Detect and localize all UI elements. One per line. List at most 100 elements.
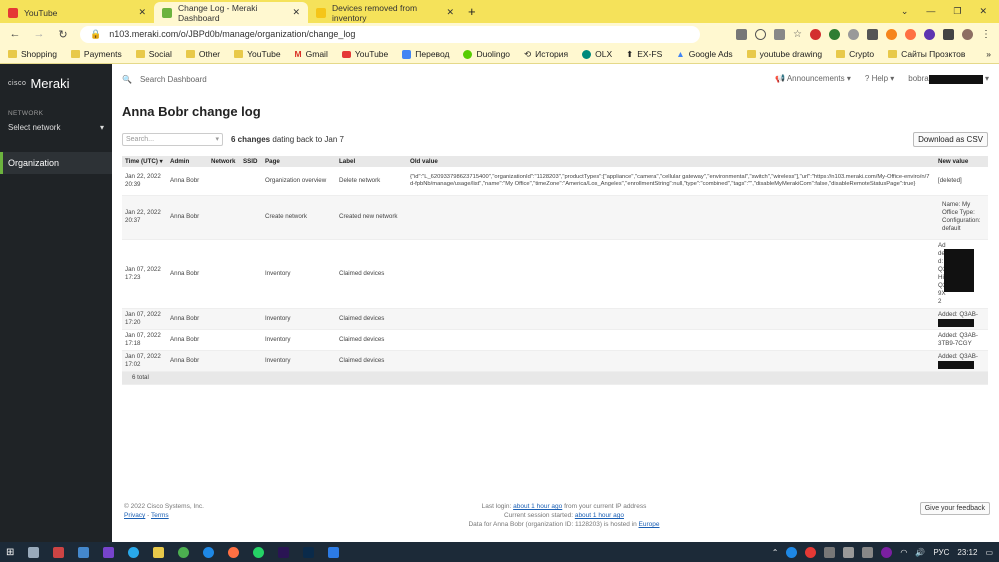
- firefox-icon[interactable]: [228, 546, 240, 558]
- tray-icon[interactable]: [881, 546, 893, 558]
- arrow-up-icon: ⬆: [626, 48, 634, 59]
- announcements-menu[interactable]: 📢 Announcements ▾: [775, 74, 851, 83]
- column-header[interactable]: Time (UTC) ▾: [122, 156, 167, 167]
- bookmark[interactable]: YouTube: [234, 49, 281, 59]
- search-input[interactable]: Search... ▾: [122, 132, 223, 146]
- column-header[interactable]: Old value: [407, 156, 935, 167]
- globe-icon[interactable]: [848, 28, 859, 40]
- bookmark[interactable]: Payments: [70, 49, 122, 59]
- maximize-icon[interactable]: ❐: [953, 6, 961, 17]
- session-link[interactable]: about 1 hour ago: [575, 512, 624, 519]
- whatsapp-icon[interactable]: [253, 546, 265, 558]
- europe-link[interactable]: Europe: [639, 521, 660, 528]
- search-icon[interactable]: [755, 28, 767, 40]
- bookmark[interactable]: Social: [135, 49, 172, 59]
- bookmark[interactable]: Other: [185, 49, 220, 59]
- dashboard-search-input[interactable]: Search Dashboard: [140, 75, 207, 84]
- bookmark[interactable]: ⟲ История: [524, 49, 568, 60]
- tray-icon[interactable]: [843, 546, 855, 558]
- bookmark[interactable]: ⬆ EX-FS: [626, 49, 662, 60]
- last-login-link[interactable]: about 1 hour ago: [513, 503, 562, 510]
- notification-icon[interactable]: ▭: [985, 548, 993, 557]
- reload-icon[interactable]: ↻: [56, 28, 70, 41]
- clock[interactable]: 23:12: [957, 548, 977, 557]
- more-bookmarks-icon[interactable]: »: [986, 49, 991, 59]
- column-header[interactable]: Admin: [167, 156, 208, 167]
- meraki-logo[interactable]: cisco Meraki: [0, 64, 112, 102]
- close-window-icon[interactable]: ✕: [979, 6, 987, 17]
- bookmark[interactable]: OLX: [582, 49, 612, 59]
- column-header[interactable]: Page: [262, 156, 336, 167]
- mail-icon[interactable]: [867, 28, 878, 40]
- chevron-down-icon[interactable]: ⌄: [901, 6, 909, 17]
- chrome-icon[interactable]: [178, 546, 190, 558]
- help-menu[interactable]: ? Help ▾: [865, 74, 894, 83]
- close-icon[interactable]: ✕: [292, 7, 300, 18]
- cell-page: Inventory: [262, 350, 336, 372]
- terms-link[interactable]: Terms: [151, 512, 169, 519]
- bookmark[interactable]: youtube drawing: [746, 49, 822, 59]
- bookmark[interactable]: Перевод: [402, 49, 449, 59]
- cell-new-value: Added: Q3AB-: [935, 350, 988, 372]
- column-header[interactable]: Label: [336, 156, 407, 167]
- language-indicator[interactable]: РУС: [933, 548, 949, 557]
- avatar[interactable]: [962, 28, 973, 40]
- tray-icon[interactable]: [824, 546, 836, 558]
- puzzle-icon[interactable]: [943, 28, 954, 40]
- column-header[interactable]: Network: [208, 156, 240, 167]
- column-header[interactable]: SSID: [240, 156, 262, 167]
- bookmark[interactable]: Shopping: [8, 49, 57, 59]
- photoshop-icon[interactable]: [303, 546, 315, 558]
- new-tab-icon[interactable]: +: [462, 4, 482, 19]
- back-icon[interactable]: ←: [8, 28, 22, 40]
- share-icon[interactable]: [774, 28, 786, 40]
- tray-icon[interactable]: [862, 546, 874, 558]
- select-network-dropdown[interactable]: Select network ▾: [0, 119, 112, 136]
- tab-devices-removed[interactable]: Devices removed from inventory ✕: [308, 2, 462, 23]
- tray-icon[interactable]: [786, 546, 798, 558]
- sidebar: cisco Meraki NETWORK Select network ▾ Or…: [0, 64, 112, 542]
- bookmark[interactable]: Сайты Прозктов: [888, 49, 965, 59]
- feedback-button[interactable]: Give your feedback: [919, 502, 990, 515]
- extension-green-icon[interactable]: [829, 28, 840, 40]
- menu-icon[interactable]: ⋮: [981, 29, 991, 40]
- sparkle-icon[interactable]: [905, 28, 916, 40]
- bookmark[interactable]: M Gmail: [295, 49, 328, 59]
- windows-start-icon[interactable]: ⊞: [6, 547, 14, 558]
- privacy-link[interactable]: Privacy: [124, 512, 145, 519]
- url-field[interactable]: 🔒 n103.meraki.com/o/JBPd0b/manage/organi…: [80, 25, 700, 43]
- app-icon[interactable]: [78, 546, 90, 558]
- abp-icon[interactable]: [810, 28, 821, 40]
- premiere-icon[interactable]: [278, 546, 290, 558]
- app-icon[interactable]: [328, 546, 340, 558]
- tab-youtube[interactable]: YouTube ✕: [0, 2, 154, 23]
- tab-change-log[interactable]: Change Log - Meraki Dashboard ✕: [154, 2, 308, 23]
- translate-icon[interactable]: [736, 28, 748, 40]
- app-icon[interactable]: [53, 546, 65, 558]
- app-icon[interactable]: [28, 546, 40, 558]
- edge-icon[interactable]: [203, 546, 215, 558]
- app-icon[interactable]: [103, 546, 115, 558]
- chevron-up-icon[interactable]: ⌃: [772, 548, 779, 557]
- cell-admin: Anna Bobr: [167, 195, 208, 240]
- minimize-icon[interactable]: —: [926, 6, 935, 17]
- volume-icon[interactable]: 🔊: [915, 548, 925, 557]
- circle-icon[interactable]: [924, 28, 935, 40]
- download-csv-button[interactable]: Download as CSV: [913, 131, 988, 147]
- metamask-icon[interactable]: [886, 28, 897, 40]
- bookmark[interactable]: ▲ Google Ads: [676, 49, 732, 59]
- folder-icon[interactable]: [153, 546, 165, 558]
- bookmark[interactable]: YouTube: [341, 49, 388, 59]
- bookmark[interactable]: Duolingo: [463, 49, 510, 59]
- star-icon[interactable]: ☆: [793, 29, 802, 40]
- user-menu[interactable]: bobra ▾: [908, 74, 989, 84]
- column-header[interactable]: New value: [935, 156, 988, 167]
- sidebar-item-organization[interactable]: Organization: [0, 152, 112, 174]
- close-icon[interactable]: ✕: [138, 7, 146, 18]
- close-icon[interactable]: ✕: [446, 7, 454, 18]
- wifi-icon[interactable]: ◠: [900, 548, 907, 557]
- tray-icon[interactable]: [805, 546, 817, 558]
- forward-icon[interactable]: →: [32, 28, 46, 40]
- bookmark[interactable]: Crypto: [836, 49, 874, 59]
- telegram-icon[interactable]: [128, 546, 140, 558]
